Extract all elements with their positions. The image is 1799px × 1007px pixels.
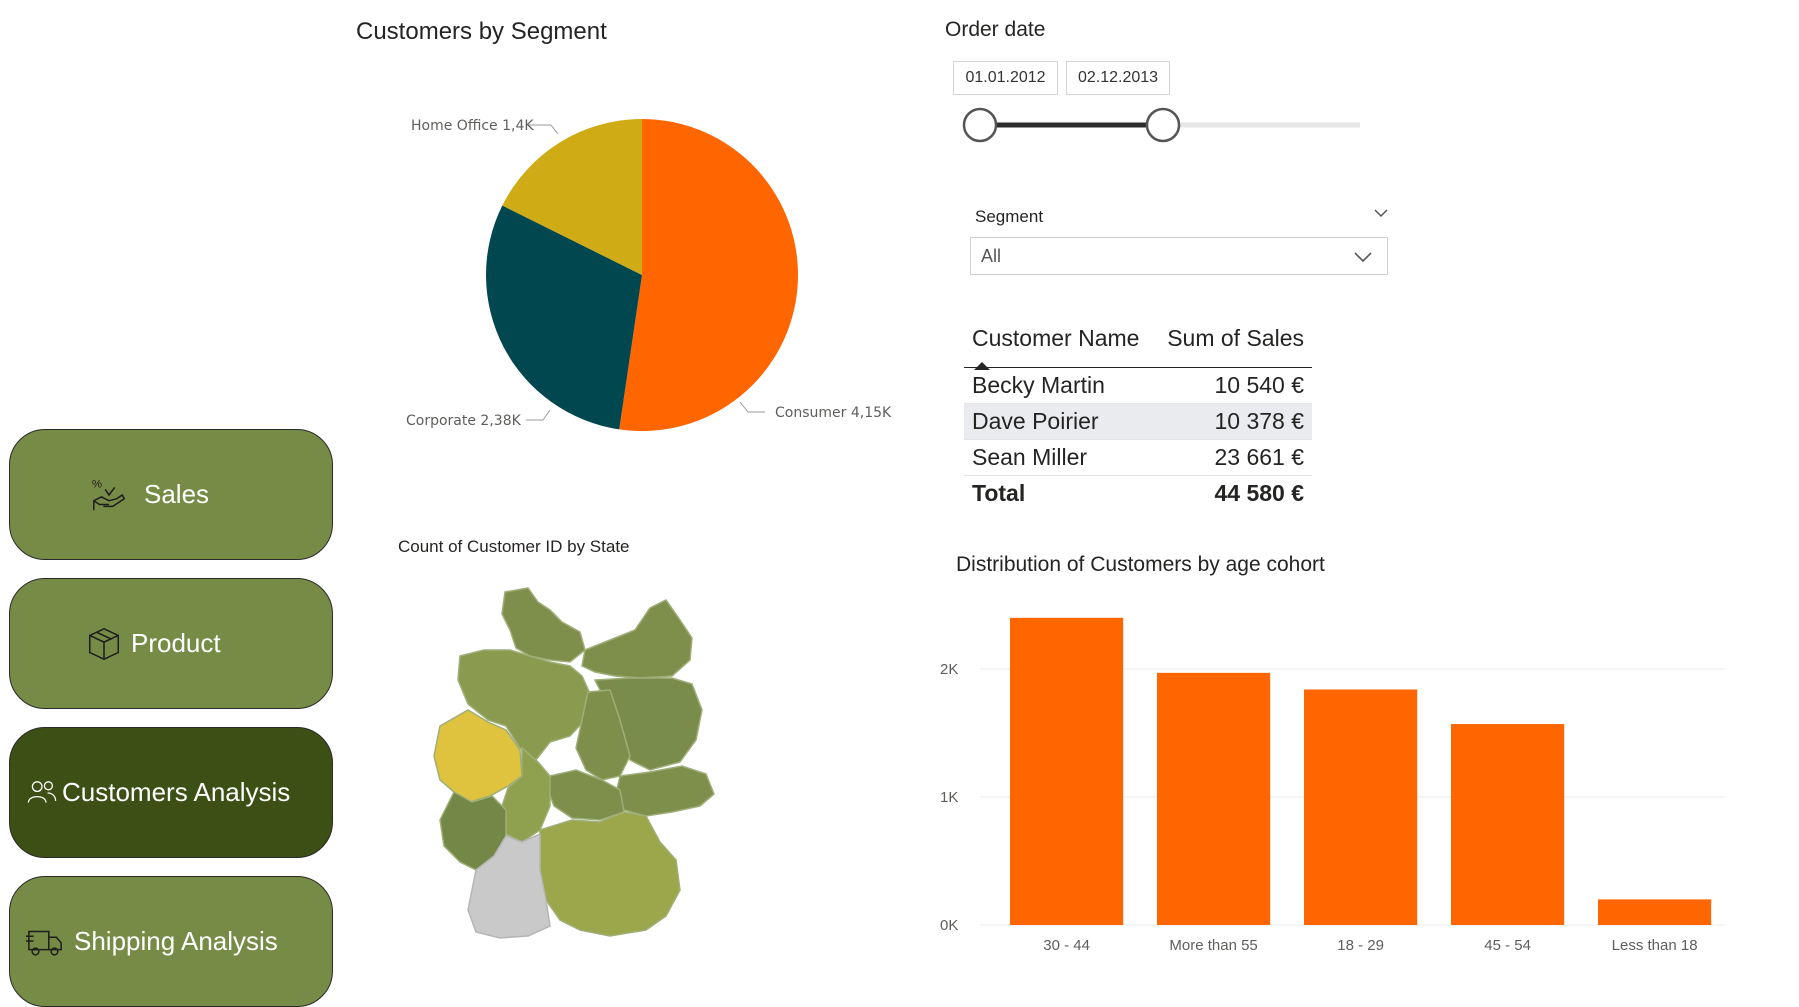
end-date-input[interactable]: 02.12.2013 <box>1066 61 1170 95</box>
truck-icon <box>26 923 64 961</box>
segment-slicer-title: Segment <box>975 207 1044 226</box>
cell-sum-of-sales: 23 661 € <box>1214 444 1304 470</box>
nav-label: Sales <box>144 479 210 509</box>
sort-ascending-icon <box>974 362 990 370</box>
svg-text:%: % <box>92 478 102 490</box>
cell-customer-name: Sean Miller <box>972 444 1088 470</box>
y-tick-label: 0K <box>940 917 958 934</box>
hand-percent-icon: % <box>90 476 128 514</box>
box-icon <box>85 625 123 663</box>
pie-chart-title: Customers by Segment <box>356 18 607 45</box>
nav-button-sales[interactable]: % Sales <box>9 429 333 560</box>
table-row[interactable]: Becky Martin 10 540 € <box>964 368 1312 404</box>
leader-line <box>542 409 551 421</box>
map-region <box>537 811 681 937</box>
nav-button-customers-analysis[interactable]: Customers Analysis <box>9 727 333 858</box>
table-header-row: Customer Name Sum of Sales <box>964 325 1312 370</box>
nav-button-product[interactable]: Product <box>9 578 333 709</box>
cell-customer-name: Becky Martin <box>972 372 1105 398</box>
table-row[interactable]: Sean Miller 23 661 € <box>964 440 1312 476</box>
date-range-slider[interactable] <box>955 105 1375 145</box>
bar[interactable] <box>1451 724 1565 925</box>
pie-label-home-office: Home Office 1,4K <box>411 118 534 134</box>
y-tick-label: 2K <box>940 661 958 678</box>
header-label: Customer Name <box>972 325 1140 351</box>
x-tick-label: 30 - 44 <box>1043 937 1090 954</box>
bar[interactable] <box>1598 899 1712 925</box>
users-icon <box>26 777 58 809</box>
collapse-chevron-icon[interactable] <box>1373 207 1389 219</box>
table-row[interactable]: Dave Poirier 10 378 € <box>964 403 1312 440</box>
leader-line <box>550 124 559 135</box>
chevron-down-icon <box>1354 252 1372 263</box>
total-value: 44 580 € <box>1214 480 1304 506</box>
x-tick-label: 45 - 54 <box>1484 937 1531 954</box>
pie-label-consumer: Consumer 4,15K <box>775 405 892 421</box>
germany-map <box>433 587 715 939</box>
nav-label: Product <box>131 628 221 658</box>
table-total-row: Total 44 580 € <box>964 475 1312 512</box>
customer-sales-table: Customer Name Sum of Sales Becky Martin … <box>964 325 1312 511</box>
column-header-sum-of-sales[interactable]: Sum of Sales <box>1154 325 1312 368</box>
segment-dropdown[interactable]: All <box>970 237 1388 275</box>
map-region <box>615 765 715 817</box>
x-tick-label: Less than 18 <box>1612 937 1698 954</box>
cell-sum-of-sales: 10 540 € <box>1214 372 1304 398</box>
nav-label: Customers Analysis <box>62 777 291 807</box>
bar[interactable] <box>1010 617 1124 925</box>
total-label: Total <box>972 480 1026 506</box>
nav-label: Shipping Analysis <box>74 926 278 956</box>
slider-handle-start[interactable] <box>962 107 998 143</box>
slider-handle-end[interactable] <box>1145 107 1181 143</box>
date-slicer-title: Order date <box>945 18 1046 41</box>
map-region <box>581 599 693 679</box>
nav-button-shipping-analysis[interactable]: Shipping Analysis <box>9 876 333 1007</box>
cell-customer-name: Dave Poirier <box>972 408 1099 434</box>
bar[interactable] <box>1304 689 1418 925</box>
bar[interactable] <box>1157 672 1271 925</box>
pie-label-corporate: Corporate 2,38K <box>406 413 522 429</box>
cell-sum-of-sales: 10 378 € <box>1214 408 1304 434</box>
x-tick-label: 18 - 29 <box>1337 937 1384 954</box>
y-tick-label: 1K <box>940 789 958 806</box>
pie-slice-consumer[interactable] <box>619 119 799 431</box>
bar-chart: 0K 1K 2K 30 - 44 More than 55 18 - 29 45 - 54 L… <box>940 617 1725 954</box>
x-tick-label: More than 55 <box>1169 937 1257 954</box>
start-date-input[interactable]: 01.01.2012 <box>953 61 1058 95</box>
bar-chart-title: Distribution of Customers by age cohort <box>956 553 1325 576</box>
leader-line <box>739 401 749 413</box>
column-header-customer-name[interactable]: Customer Name <box>964 325 1154 370</box>
map-title: Count of Customer ID by State <box>398 537 630 556</box>
segment-selected-value: All <box>981 245 1002 266</box>
pie-chart: Home Office 1,4K Corporate 2,38K Consume… <box>406 118 892 431</box>
